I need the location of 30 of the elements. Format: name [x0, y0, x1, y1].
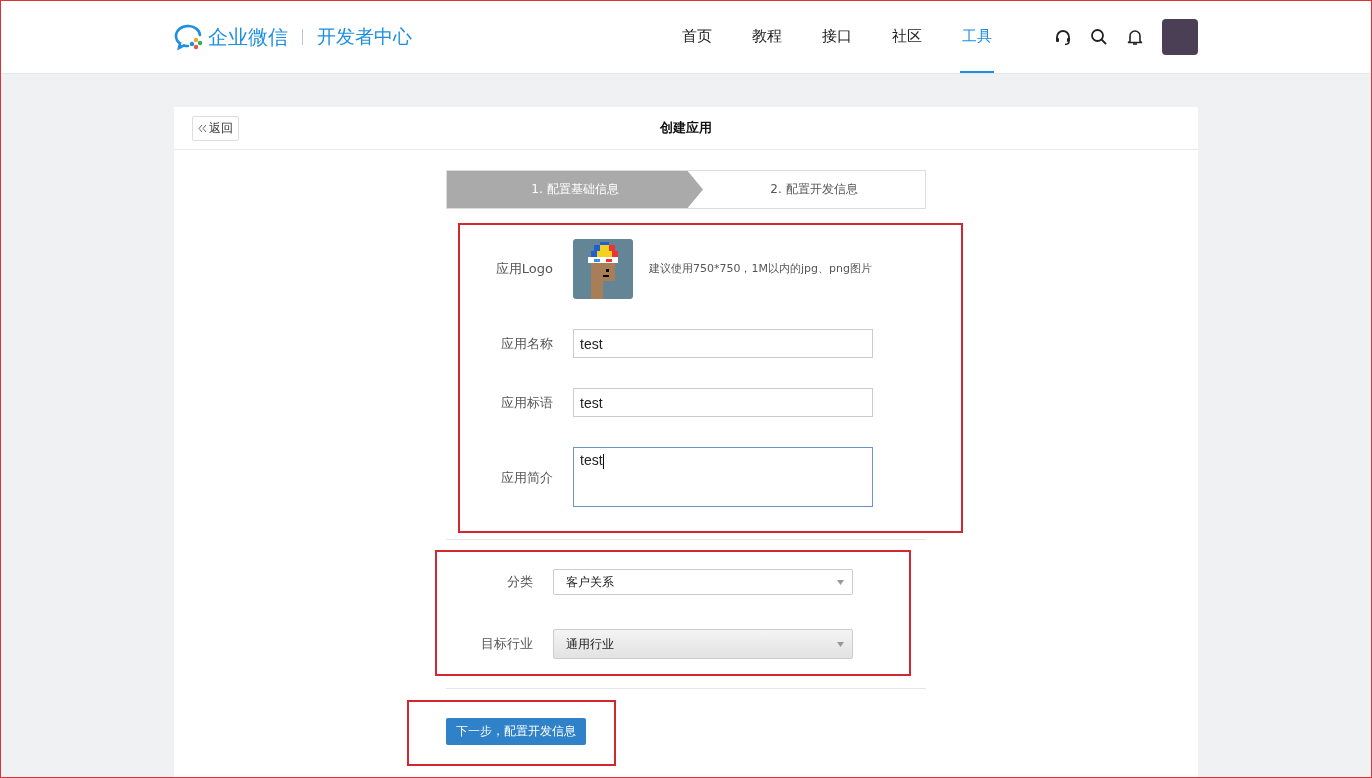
dropdown-arrow-icon [837, 641, 844, 647]
textarea-field[interactable]: test [573, 447, 873, 507]
field-label: 应用名称 [500, 334, 553, 353]
next-step-button[interactable]: 下一步，配置开发信息 [446, 718, 586, 745]
nav-tab[interactable]: 工具 [960, 1, 994, 73]
dropdown[interactable]: 客户关系 [553, 569, 853, 595]
field-label: 应用Logo [494, 260, 553, 278]
field-label: 目标行业 [480, 635, 533, 653]
bell-icon[interactable] [1126, 28, 1144, 46]
page-title: 创建应用 [660, 119, 712, 137]
field-label: 应用简介 [500, 469, 553, 487]
search-icon[interactable] [1090, 28, 1108, 46]
headset-icon[interactable] [1054, 28, 1072, 46]
chat-bubble-logo-icon [174, 23, 204, 51]
nav-tab[interactable]: 首页 [680, 1, 714, 73]
field-label: 应用标语 [500, 393, 553, 412]
pixel-character-logo-drawing[interactable] [573, 239, 633, 299]
step-label: 2. 配置开发信息 [769, 181, 859, 198]
field-label: 分类 [506, 573, 533, 591]
input-field[interactable]: test [573, 329, 873, 358]
back-button[interactable]: 返回 [192, 116, 239, 141]
dropdown-arrow-icon [837, 579, 844, 585]
upload-hint: 建议使用750*750，1M以内的jpg、png图片 [649, 261, 872, 276]
double-chevron-icon [198, 124, 207, 133]
portal-title[interactable]: 开发者中心 [317, 24, 412, 50]
brand-name[interactable]: 企业微信 [208, 23, 288, 51]
nav-tab[interactable]: 接口 [820, 1, 854, 73]
input-field[interactable]: test [573, 388, 873, 417]
nav-tab[interactable]: 教程 [750, 1, 784, 73]
nav-tab[interactable]: 社区 [890, 1, 924, 73]
